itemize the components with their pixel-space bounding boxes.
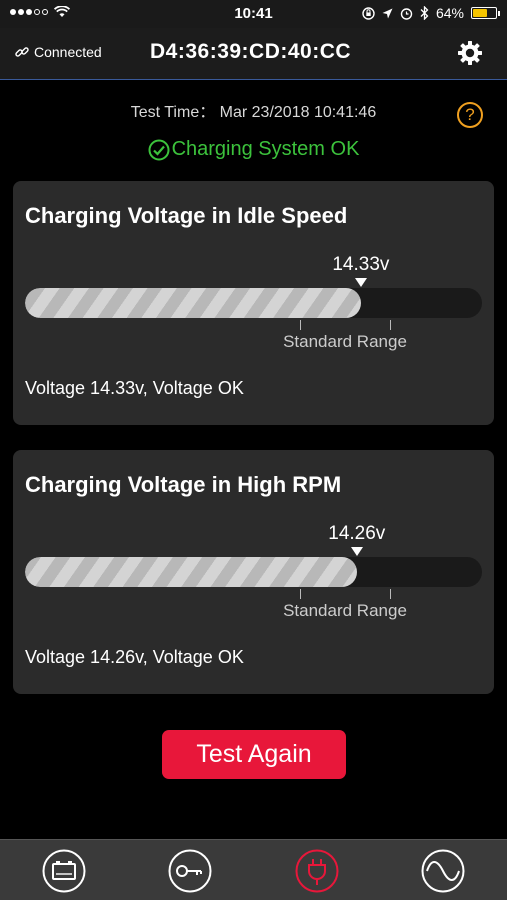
tab-plug-icon[interactable] xyxy=(295,849,339,893)
range-end-tick xyxy=(390,589,391,599)
idle-speed-card: Charging Voltage in Idle Speed 14.33v St… xyxy=(13,181,494,425)
test-time: Test Time： Mar 23/2018 10:41:46 xyxy=(130,104,377,121)
device-id: D4:36:39:CD:40:CC xyxy=(150,40,352,63)
orientation-lock-icon xyxy=(362,6,375,20)
gauge-marker xyxy=(354,278,367,287)
battery-percent: 64% xyxy=(435,5,464,21)
overall-status: Charging System OK xyxy=(0,138,507,161)
gauge-value-label: 14.26v xyxy=(328,523,386,544)
gauge-marker xyxy=(350,547,363,556)
voltage-gauge-fill xyxy=(25,288,361,318)
standard-range-label: Standard Range xyxy=(283,601,407,620)
status-bar: 10:41 64% xyxy=(0,0,507,28)
range-start-tick xyxy=(300,320,301,330)
connection-label: Connected xyxy=(34,44,102,60)
settings-gear-icon[interactable] xyxy=(457,40,483,66)
check-circle-icon xyxy=(148,139,170,160)
voltage-gauge-track xyxy=(25,288,482,318)
nav-bar: Connected D4:36:39:CD:40:CC xyxy=(0,28,507,80)
connection-status[interactable]: Connected xyxy=(14,44,102,60)
tab-bar xyxy=(0,839,507,900)
overall-status-text: Charging System OK xyxy=(171,138,360,160)
alarm-icon xyxy=(400,7,413,20)
tab-key-icon[interactable] xyxy=(168,849,212,893)
status-right-group: 64% xyxy=(362,5,500,21)
bluetooth-icon xyxy=(420,6,429,20)
tab-battery-icon[interactable] xyxy=(42,849,86,893)
voltage-gauge-track xyxy=(25,557,482,587)
link-icon xyxy=(15,47,29,57)
help-icon[interactable]: ? xyxy=(457,102,483,128)
voltage-gauge-fill xyxy=(25,557,357,587)
standard-range-label: Standard Range xyxy=(283,332,407,351)
location-icon xyxy=(382,8,393,18)
result-text: Voltage 14.33v, Voltage OK xyxy=(25,378,244,398)
result-text: Voltage 14.26v, Voltage OK xyxy=(25,647,244,667)
range-start-tick xyxy=(300,589,301,599)
card-title: Charging Voltage in High RPM xyxy=(25,472,342,497)
battery-status-icon xyxy=(471,7,500,19)
tab-waveform-icon[interactable] xyxy=(421,849,465,893)
range-end-tick xyxy=(390,320,391,330)
test-again-button[interactable]: Test Again xyxy=(162,730,346,779)
high-rpm-card: Charging Voltage in High RPM 14.26v Stan… xyxy=(13,450,494,694)
gauge-value-label: 14.33v xyxy=(332,254,390,275)
card-title: Charging Voltage in Idle Speed xyxy=(25,203,348,228)
